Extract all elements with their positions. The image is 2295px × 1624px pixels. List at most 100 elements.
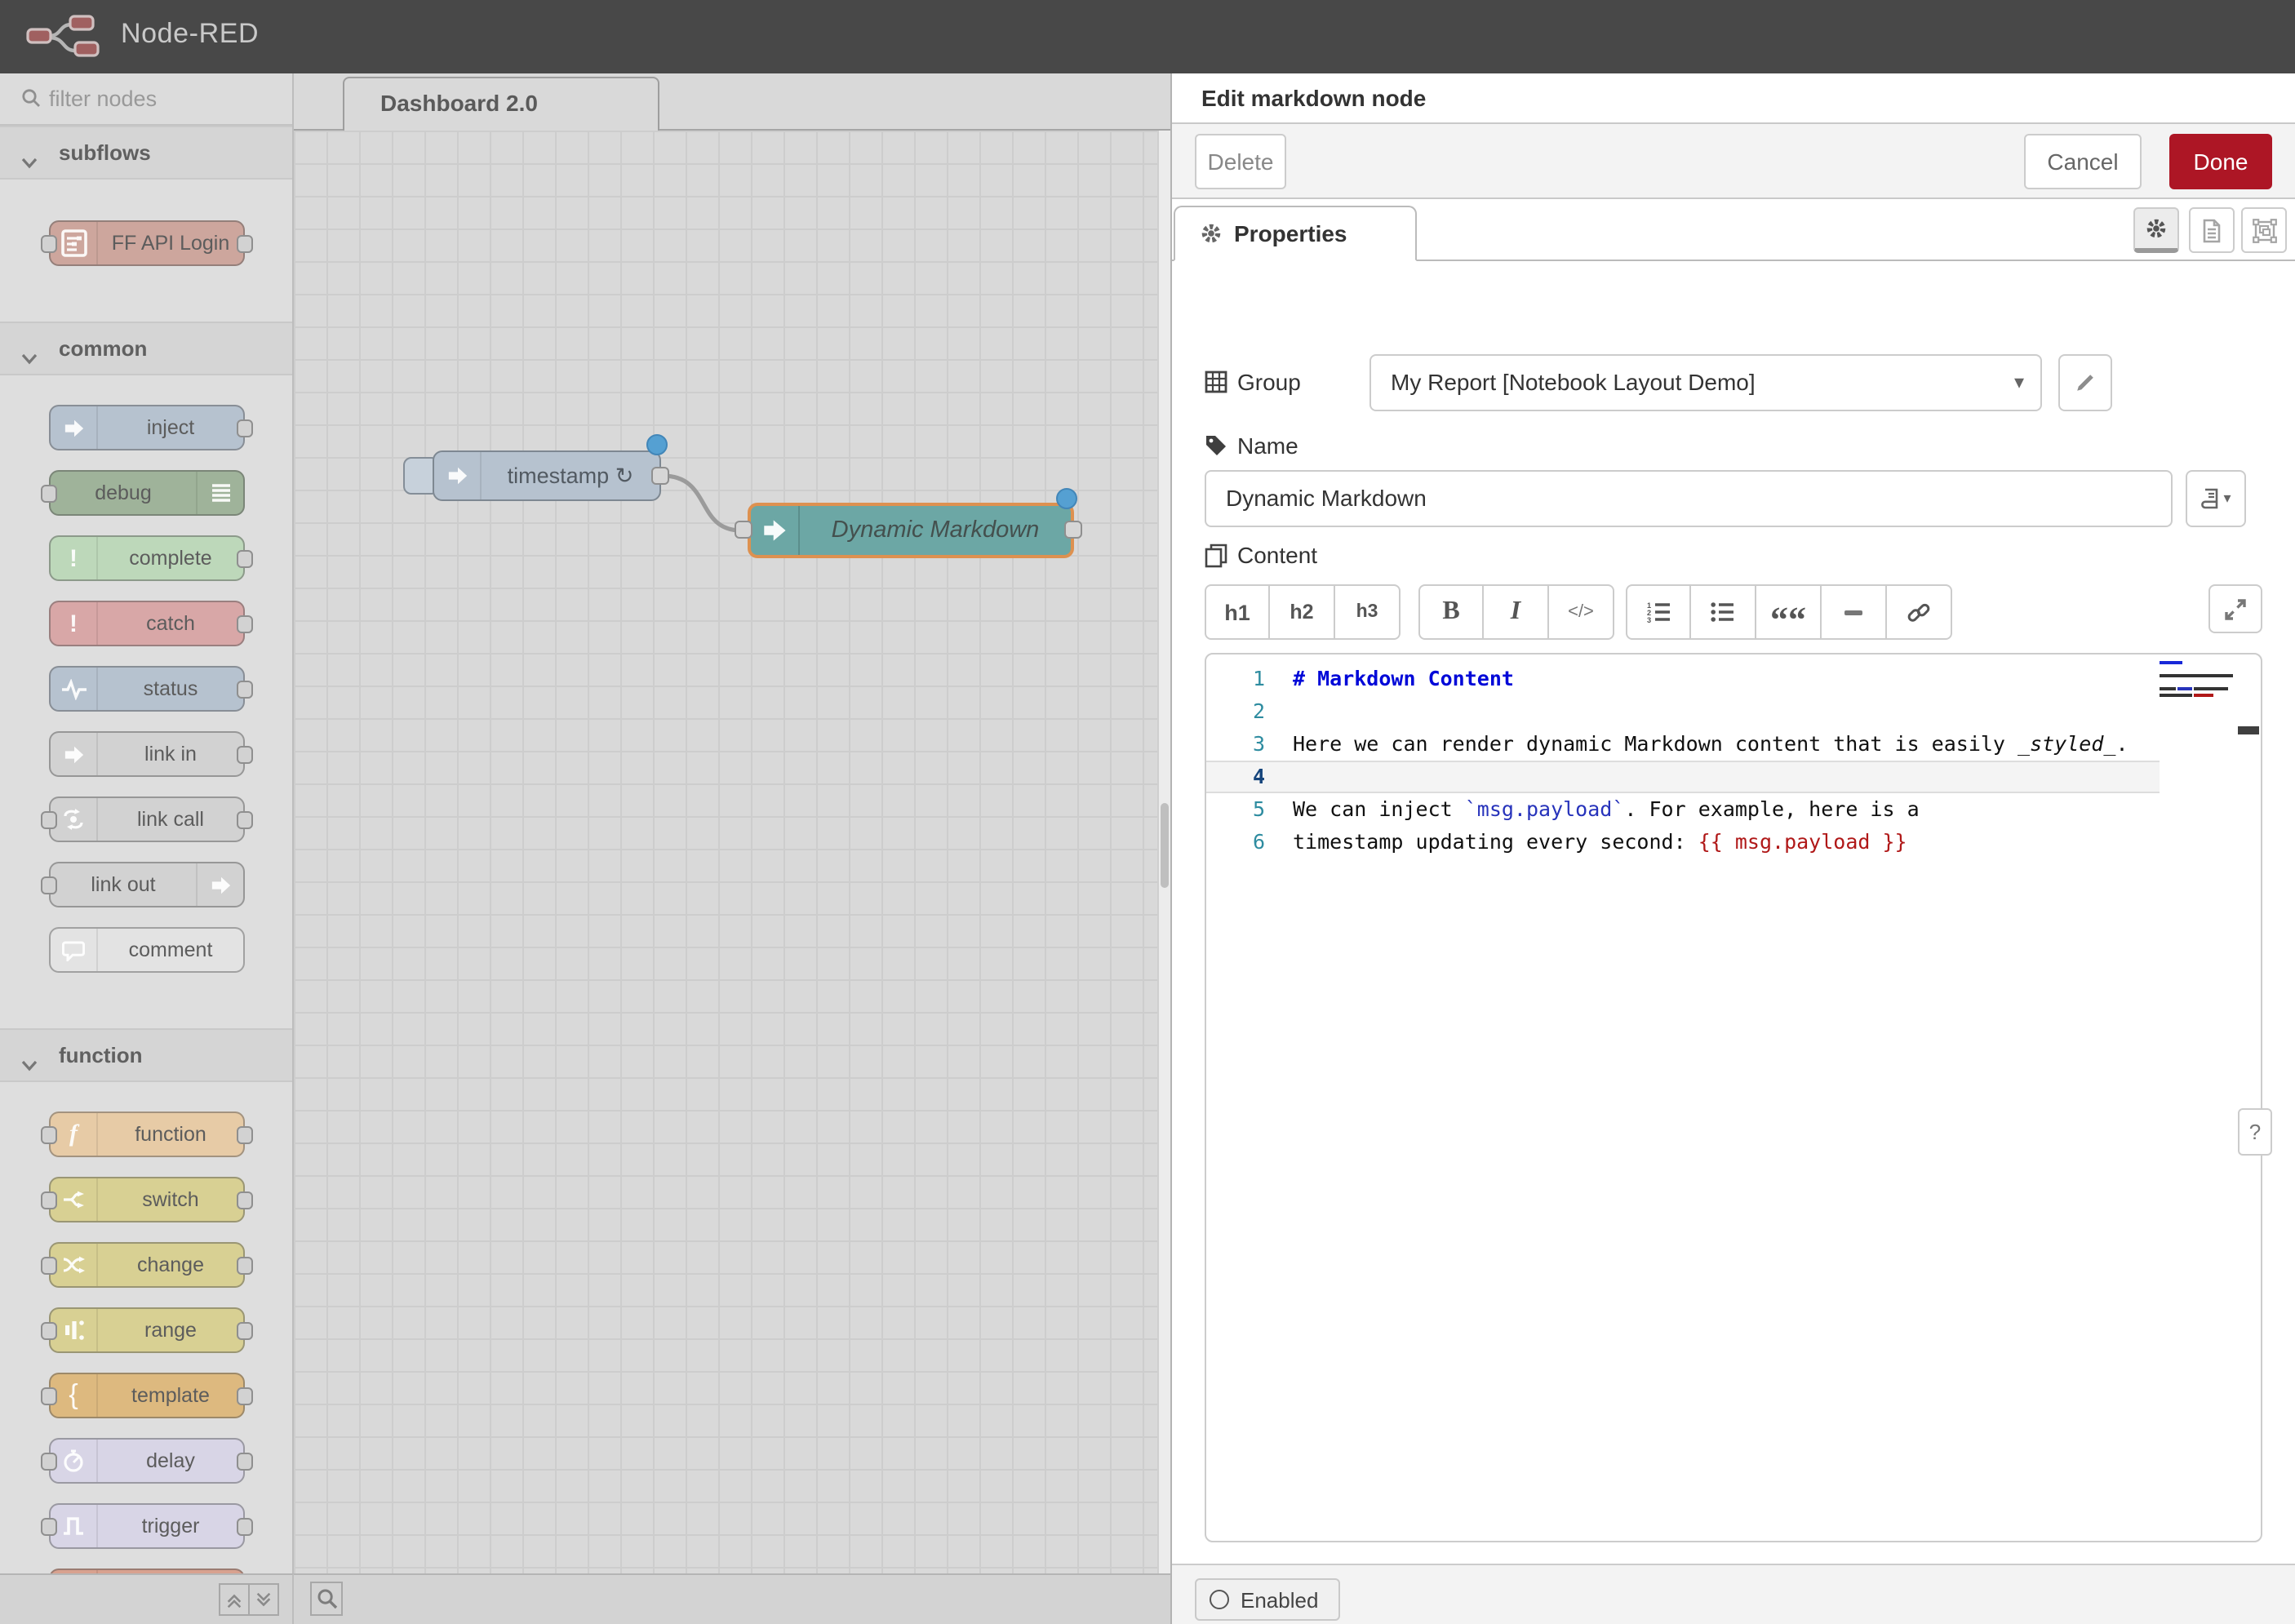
h2-button[interactable]: h2 <box>1270 584 1335 640</box>
tray-tabrow: Properties <box>1172 199 2295 261</box>
range-icon <box>51 1309 98 1351</box>
palette-node-switch[interactable]: switch <box>49 1177 245 1222</box>
editor-line-3: 3Here we can render dynamic Markdown con… <box>1206 728 2261 761</box>
timestamp-output-port[interactable] <box>651 467 669 485</box>
unordered-list-button[interactable] <box>1691 584 1756 640</box>
palette-node-status[interactable]: status <box>49 666 245 712</box>
flow-canvas[interactable] <box>294 131 1157 1573</box>
edit-group-button[interactable] <box>2058 354 2112 411</box>
node-enabled-toggle[interactable]: Enabled <box>1195 1578 1339 1621</box>
palette-node-link-call[interactable]: link call <box>49 796 245 842</box>
markdown-code-editor[interactable]: 1# Markdown Content23Here we can render … <box>1205 653 2262 1542</box>
tray-title: Edit markdown node <box>1201 73 1426 122</box>
tab-dashboard[interactable]: Dashboard 2.0 <box>343 77 659 131</box>
input-port <box>41 485 57 503</box>
palette-node-template[interactable]: {template <box>49 1373 245 1418</box>
name-input-value: Dynamic Markdown <box>1226 485 1427 511</box>
palette-node-catch[interactable]: !catch <box>49 601 245 646</box>
node-timestamp[interactable]: timestamp ↻ <box>433 450 661 501</box>
palette-filter-input[interactable]: filter nodes <box>0 73 292 126</box>
horizontal-rule-button[interactable] <box>1822 584 1887 640</box>
palette-node-label: FF API Login <box>98 232 243 255</box>
markdown-node-icon <box>751 506 800 555</box>
italic-button[interactable]: I <box>1484 584 1549 640</box>
palette-category-subflows[interactable]: subflows <box>0 126 292 180</box>
input-port <box>41 1126 57 1144</box>
tab-properties[interactable]: Properties <box>1174 206 1417 261</box>
h3-button[interactable]: h3 <box>1335 584 1401 640</box>
palette-node-trigger[interactable]: trigger <box>49 1503 245 1549</box>
palette-node-comment[interactable]: comment <box>49 927 245 973</box>
palette-expand-all-button[interactable] <box>248 1583 279 1616</box>
palette-category-function[interactable]: function <box>0 1028 292 1082</box>
input-port <box>41 1453 57 1471</box>
palette-node-debug[interactable]: debug <box>49 470 245 516</box>
arrow-icon <box>51 406 98 449</box>
palette-category-label: common <box>59 323 147 374</box>
wave-icon <box>51 1505 98 1547</box>
done-button[interactable]: Done <box>2169 134 2272 189</box>
palette-node-label: status <box>98 677 243 700</box>
properties-form: Group My Report [Notebook Layout Demo] ▾… <box>1172 261 2295 1420</box>
palette-node-list: FF API Login <box>0 180 292 322</box>
blockquote-button[interactable]: ““ <box>1756 584 1822 640</box>
ordered-list-button[interactable]: 1 2 3 <box>1626 584 1691 640</box>
palette-node-range[interactable]: range <box>49 1307 245 1353</box>
input-port <box>41 235 57 253</box>
editor-line-6: 6timestamp updating every second: {{ msg… <box>1206 826 2261 859</box>
enabled-label: Enabled <box>1241 1587 1318 1612</box>
delete-button[interactable]: Delete <box>1195 134 1286 189</box>
group-select[interactable]: My Report [Notebook Layout Demo] ▾ <box>1369 354 2042 411</box>
cancel-button[interactable]: Cancel <box>2024 134 2142 189</box>
swap-icon <box>51 1244 98 1286</box>
h1-button[interactable]: h1 <box>1205 584 1270 640</box>
palette-node-inject[interactable]: inject <box>49 405 245 450</box>
tray-toolbar: Delete Cancel Done <box>1172 124 2295 199</box>
palette-category-label: function <box>59 1030 143 1080</box>
bold-button[interactable]: B <box>1418 584 1484 640</box>
minimap-line <box>2160 668 2236 671</box>
workspace-zoom-search-button[interactable] <box>310 1582 343 1616</box>
palette-node-change[interactable]: change <box>49 1242 245 1288</box>
code-segment: timestamp updating every second: <box>1293 829 1698 854</box>
palette-node-label: switch <box>98 1188 243 1211</box>
properties-pane-button[interactable] <box>2133 207 2179 253</box>
palette-node-complete[interactable]: !complete <box>49 535 245 581</box>
palette-node-FF-API-Login[interactable]: FF API Login <box>49 220 245 266</box>
tab-properties-label: Properties <box>1234 207 1347 260</box>
palette-node-label: debug <box>51 481 196 504</box>
palette-node-link-in[interactable]: link in <box>49 731 245 777</box>
markdown-input-port[interactable] <box>735 521 752 539</box>
minimap-line <box>2160 661 2236 664</box>
palette-node-delay[interactable]: delay <box>49 1438 245 1484</box>
tray-footer: Enabled <box>1172 1564 2295 1624</box>
workspace-scrollbar-thumb[interactable] <box>1160 803 1168 888</box>
palette-node-link-out[interactable]: link out <box>49 862 245 907</box>
timer-icon <box>51 1440 98 1482</box>
palette-collapse-all-button[interactable] <box>219 1583 250 1616</box>
palette-node-function[interactable]: ffunction <box>49 1112 245 1157</box>
form-icon <box>51 222 98 264</box>
editor-line-1: 1# Markdown Content <box>1206 663 2261 695</box>
palette-category-common[interactable]: common <box>0 322 292 375</box>
app-header: Node-RED <box>0 0 2295 73</box>
palette-node-label: range <box>98 1319 243 1342</box>
name-type-select-button[interactable]: ▾ <box>2186 470 2246 527</box>
description-pane-button[interactable] <box>2189 207 2235 253</box>
tag-icon <box>1205 434 1227 457</box>
code-button[interactable]: </> <box>1549 584 1614 640</box>
name-input[interactable]: Dynamic Markdown <box>1205 470 2173 527</box>
node-timestamp-label: timestamp ↻ <box>482 463 659 489</box>
code-segment: {{ msg.payload }} <box>1698 829 1907 854</box>
expand-editor-button[interactable] <box>2208 584 2262 633</box>
palette-node-label: catch <box>98 612 243 635</box>
gear-icon <box>1200 222 1223 245</box>
palette-node-list: inject debug !complete !catch status link in l… <box>0 375 292 1028</box>
markdown-output-port[interactable] <box>1064 521 1082 539</box>
palette-node-label: template <box>98 1384 243 1407</box>
unordered-list-icon <box>1711 601 1735 623</box>
node-dynamic-markdown[interactable]: Dynamic Markdown <box>748 503 1074 558</box>
appearance-pane-button[interactable] <box>2241 207 2287 253</box>
editor-help-button[interactable]: ? <box>2238 1108 2272 1156</box>
link-button[interactable] <box>1887 584 1952 640</box>
